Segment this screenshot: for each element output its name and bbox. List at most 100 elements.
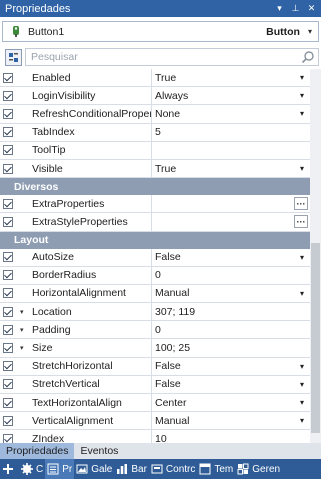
tab-propriedades[interactable]: Propriedades	[0, 443, 75, 459]
property-value[interactable]: False ▾	[152, 376, 310, 393]
property-value-text[interactable]: 100; 25	[155, 342, 310, 354]
property-row[interactable]: BorderRadius 0	[0, 266, 310, 285]
chevron-down-icon[interactable]: ▾	[300, 398, 304, 407]
property-value[interactable]: 5	[152, 124, 310, 141]
category-header-layout[interactable]: Layout	[0, 231, 310, 249]
property-row[interactable]: ExtraProperties ···	[0, 195, 310, 214]
property-value[interactable]: 307; 119	[152, 303, 310, 320]
toolbar-item-template[interactable]: Tem	[197, 459, 235, 479]
window-menu-button[interactable]: ▾	[273, 2, 286, 15]
property-row[interactable]: ▾ Size 100; 25	[0, 339, 310, 358]
property-value-text[interactable]: 0	[155, 269, 310, 281]
toolbar-item-generate[interactable]: Geren	[235, 459, 282, 479]
property-value-text[interactable]: 0	[155, 324, 310, 336]
property-checkbox[interactable]	[0, 375, 16, 393]
property-row[interactable]: LoginVisibility Always ▾	[0, 87, 310, 106]
property-value-text[interactable]: Manual	[155, 287, 300, 299]
property-checkbox[interactable]	[0, 339, 16, 357]
property-row[interactable]: ExtraStyleProperties ···	[0, 213, 310, 232]
property-value-text[interactable]: True	[155, 72, 300, 84]
property-checkbox[interactable]	[0, 321, 16, 339]
toolbar-item-properties[interactable]: Pr	[45, 459, 75, 479]
property-checkbox[interactable]	[0, 303, 16, 321]
property-row[interactable]: Enabled True ▾	[0, 69, 310, 88]
property-checkbox[interactable]	[0, 248, 16, 266]
toolbar-item-add[interactable]	[0, 459, 19, 479]
property-value-text[interactable]: False	[155, 360, 300, 372]
property-value[interactable]: True ▾	[152, 160, 310, 177]
property-row[interactable]: ToolTip	[0, 141, 310, 160]
property-row[interactable]: AutoSize False ▾	[0, 248, 310, 267]
chevron-down-icon[interactable]: ▾	[300, 416, 304, 425]
chevron-down-icon[interactable]: ▾	[308, 27, 312, 36]
chevron-down-icon[interactable]: ▾	[300, 73, 304, 82]
property-value-text[interactable]: True	[155, 163, 300, 175]
property-checkbox[interactable]	[0, 105, 16, 123]
property-checkbox[interactable]	[0, 159, 16, 178]
chevron-down-icon[interactable]: ▾	[300, 380, 304, 389]
property-value[interactable]: ···	[152, 195, 310, 212]
property-checkbox[interactable]	[0, 195, 16, 213]
pin-button[interactable]: ⊥	[289, 2, 302, 15]
property-value-text[interactable]: Manual	[155, 415, 300, 427]
ellipsis-button[interactable]: ···	[294, 215, 308, 229]
property-value[interactable]: Manual ▾	[152, 285, 310, 302]
property-value[interactable]	[152, 142, 310, 159]
property-row[interactable]: TabIndex 5	[0, 123, 310, 142]
property-checkbox[interactable]	[0, 141, 16, 159]
property-row[interactable]: VerticalAlignment Manual ▾	[0, 412, 310, 431]
property-value[interactable]: Manual ▾	[152, 412, 310, 429]
property-row[interactable]: Visible True ▾	[0, 159, 310, 179]
property-value[interactable]: ···	[152, 213, 310, 230]
tab-eventos[interactable]: Eventos	[74, 443, 124, 459]
property-value-text[interactable]: False	[155, 378, 300, 390]
close-button[interactable]: ✕	[305, 2, 318, 15]
object-selector[interactable]: Button1 Button ▾	[2, 21, 319, 42]
property-value-text[interactable]: Center	[155, 397, 300, 409]
property-row[interactable]: HorizontalAlignment Manual ▾	[0, 284, 310, 304]
property-value[interactable]: False ▾	[152, 249, 310, 266]
chevron-down-icon[interactable]: ▾	[300, 289, 304, 298]
property-checkbox[interactable]	[0, 394, 16, 412]
property-checkbox[interactable]	[0, 213, 16, 231]
expand-icon[interactable]: ▾	[20, 326, 32, 334]
property-checkbox[interactable]	[0, 266, 16, 284]
property-value-text[interactable]: False	[155, 251, 300, 263]
property-row[interactable]: StretchHorizontal False ▾	[0, 357, 310, 376]
chevron-down-icon[interactable]: ▾	[300, 109, 304, 118]
property-value[interactable]: Always ▾	[152, 87, 310, 104]
search-input[interactable]: Pesquisar	[25, 48, 319, 66]
toolbar-item-gear[interactable]: C	[19, 459, 45, 479]
expand-icon[interactable]: ▾	[20, 344, 32, 352]
property-value-text[interactable]: Always	[155, 90, 300, 102]
property-checkbox[interactable]	[0, 412, 16, 430]
property-value[interactable]: None ▾	[152, 105, 310, 122]
property-row[interactable]: TextHorizontalAlign Center ▾	[0, 394, 310, 413]
property-row[interactable]: StretchVertical False ▾	[0, 375, 310, 394]
property-value[interactable]: False ▾	[152, 358, 310, 375]
property-value[interactable]: 100; 25	[152, 339, 310, 356]
toolbar-item-gallery[interactable]: Gale	[74, 459, 114, 479]
property-value[interactable]: 0	[152, 321, 310, 338]
property-value[interactable]: Center ▾	[152, 394, 310, 411]
property-value[interactable]: 10	[152, 430, 310, 443]
scrollbar-thumb[interactable]	[311, 243, 320, 433]
property-row[interactable]: ▾ Location 307; 119	[0, 303, 310, 322]
ellipsis-button[interactable]: ···	[294, 197, 308, 211]
property-checkbox[interactable]	[0, 430, 16, 443]
property-checkbox[interactable]	[0, 284, 16, 303]
toolbar-item-controls[interactable]: Contrc	[149, 459, 197, 479]
property-row[interactable]: RefreshConditionalPropertie None ▾	[0, 105, 310, 124]
property-row[interactable]: ZIndex 10	[0, 430, 310, 443]
property-checkbox[interactable]	[0, 357, 16, 375]
chevron-down-icon[interactable]: ▾	[300, 253, 304, 262]
property-row[interactable]: ▾ Padding 0	[0, 321, 310, 340]
property-value[interactable]: True ▾	[152, 69, 310, 86]
expand-icon[interactable]: ▾	[20, 308, 32, 316]
chevron-down-icon[interactable]: ▾	[300, 164, 304, 173]
property-checkbox[interactable]	[0, 87, 16, 105]
property-value-text[interactable]: 10	[155, 433, 310, 443]
sort-alphabetical-button[interactable]	[5, 48, 22, 66]
chevron-down-icon[interactable]: ▾	[300, 362, 304, 371]
toolbar-item-bar[interactable]: Bar	[114, 459, 149, 479]
